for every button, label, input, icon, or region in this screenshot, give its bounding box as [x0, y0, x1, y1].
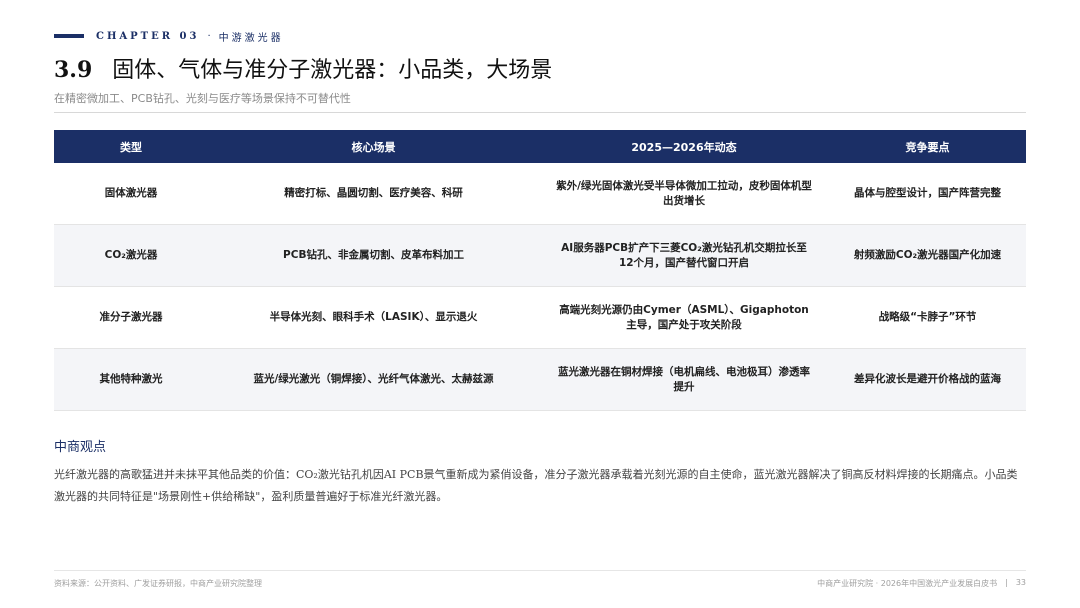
table-row: 准分子激光器 半导体光刻、眼科手术（LASIK）、显示退火 高端光刻光源仍由Cy…	[54, 286, 1026, 349]
footer-source: 资料来源：公开资料、广发证券研报，中商产业研究院整理	[54, 579, 262, 588]
cell-type: 准分子激光器	[54, 286, 208, 349]
column-header-type: 类型	[54, 130, 208, 163]
title-divider	[54, 112, 1026, 113]
cell-scenario: PCB钻孔、非金属切割、皮革布料加工	[208, 224, 539, 287]
laser-comparison-table: 类型 核心场景 2025—2026年动态 竞争要点 固体激光器 精密打标、晶圆切…	[54, 130, 1026, 411]
cell-competition: 射频激励CO₂激光器国产化加速	[829, 224, 1026, 287]
footer-org: 中商产业研究院 · 2026年中国激光产业发展白皮书	[817, 579, 998, 588]
cell-competition: 战略级“卡脖子”环节	[829, 286, 1026, 349]
footer-separator: |	[1005, 578, 1008, 587]
chapter-label: CHAPTER 03	[96, 30, 200, 42]
section-number: 3.9	[54, 57, 93, 83]
page-subtitle: 在精密微加工、PCB钻孔、光刻与医疗等场景保持不可替代性	[54, 92, 351, 105]
footer-divider	[54, 570, 1026, 571]
footer-info: 中商产业研究院 · 2026年中国激光产业发展白皮书 | 33	[817, 578, 1026, 589]
table-row: 其他特种激光 蓝光/绿光激光（铜焊接）、光纤气体激光、太赫兹源 蓝光激光器在铜材…	[54, 348, 1026, 411]
column-header-scenario: 核心场景	[208, 130, 539, 163]
chapter-accent-bar	[54, 34, 84, 38]
table-header-row: 类型 核心场景 2025—2026年动态 竞争要点	[54, 130, 1026, 163]
table-row: 固体激光器 精密打标、晶圆切割、医疗美容、科研 紫外/绿光固体激光受半导体微加工…	[54, 163, 1026, 225]
chapter-header: CHAPTER 03 · 中游激光器	[54, 28, 284, 44]
chapter-subtitle: 中游激光器	[218, 32, 284, 44]
cell-trend: AI服务器PCB扩产下三菱CO₂激光钻孔机交期拉长至12个月，国产替代窗口开启	[539, 224, 829, 287]
cell-trend: 蓝光激光器在铜材焊接（电机扁线、电池极耳）渗透率提升	[539, 348, 829, 411]
cell-competition: 差异化波长是避开价格战的蓝海	[829, 348, 1026, 411]
cell-scenario: 蓝光/绿光激光（铜焊接）、光纤气体激光、太赫兹源	[208, 348, 539, 411]
section-title: 固体、气体与准分子激光器：小品类，大场景	[112, 58, 553, 83]
cell-competition: 晶体与腔型设计，国产阵营完整	[829, 163, 1026, 225]
viewpoint-heading: 中商观点	[54, 440, 107, 455]
page-number: 33	[1015, 578, 1026, 587]
cell-type: 固体激光器	[54, 163, 208, 225]
cell-trend: 紫外/绿光固体激光受半导体微加工拉动，皮秒固体机型出货增长	[539, 163, 829, 225]
table-row: CO₂激光器 PCB钻孔、非金属切割、皮革布料加工 AI服务器PCB扩产下三菱C…	[54, 224, 1026, 287]
cell-trend: 高端光刻光源仍由Cymer（ASML）、Gigaphoton主导，国产处于攻关阶…	[539, 286, 829, 349]
column-header-competition: 竞争要点	[829, 130, 1026, 163]
cell-type: CO₂激光器	[54, 224, 208, 287]
cell-type: 其他特种激光	[54, 348, 208, 411]
cell-scenario: 半导体光刻、眼科手术（LASIK）、显示退火	[208, 286, 539, 349]
cell-scenario: 精密打标、晶圆切割、医疗美容、科研	[208, 163, 539, 225]
column-header-trend: 2025—2026年动态	[539, 130, 829, 163]
page-title: 3.9 固体、气体与准分子激光器：小品类，大场景	[54, 52, 552, 84]
chapter-separator: ·	[207, 30, 211, 42]
viewpoint-paragraph: 光纤激光器的高歌猛进并未抹平其他品类的价值：CO₂激光钻孔机因AI PCB景气重…	[54, 468, 1018, 503]
